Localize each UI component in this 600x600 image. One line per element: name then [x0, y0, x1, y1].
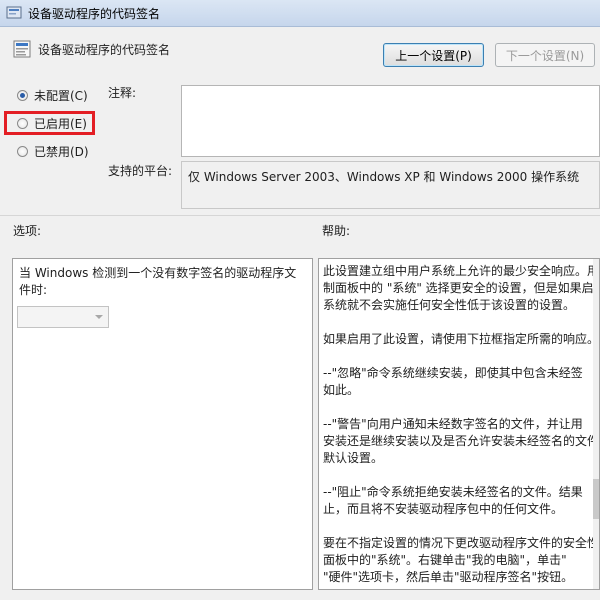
response-dropdown[interactable] [17, 306, 109, 328]
help-text-line: --"阻止"命令系统拒绝安装未经签名的文件。结果 [323, 485, 583, 499]
help-text-line [323, 518, 595, 535]
help-text-line: --"警告"向用户通知未经数字签名的文件，并让用 [323, 417, 583, 431]
help-text-line: 默认设置。 [323, 451, 384, 465]
radio-label-not-configured: 未配置(C) [34, 88, 88, 103]
help-text-line [323, 399, 595, 416]
policy-setting-icon [13, 40, 31, 58]
radio-not-configured[interactable]: 未配置(C) [17, 86, 88, 104]
radio-label-disabled: 已禁用(D) [34, 144, 89, 159]
options-description-line: 当 Windows 检测到一个没有数字签名的驱动程序文 [19, 266, 297, 280]
help-text-line [323, 348, 595, 365]
help-text-line: 系统就不会实施任何安全性低于该设置的设置。 [323, 298, 576, 312]
comment-textarea[interactable] [181, 85, 600, 157]
radio-indicator[interactable] [17, 145, 28, 157]
help-panel: 此设置建立组中用户系统上允许的最少安全响应。用 制面板中的 "系统" 选择更安全的… [318, 258, 600, 590]
section-divider [0, 215, 600, 216]
chevron-down-icon[interactable] [95, 315, 103, 319]
supported-platform-text: 仅 Windows Server 2003、Windows XP 和 Windo… [188, 170, 580, 184]
previous-setting-button[interactable]: 上一个设置(P) [383, 43, 484, 67]
help-text-line: 要在不指定设置的情况下更改驱动程序文件的安全性 [323, 536, 600, 550]
help-text: 此设置建立组中用户系统上允许的最少安全响应。用 制面板中的 "系统" 选择更安全的… [323, 263, 600, 586]
options-panel: 当 Windows 检测到一个没有数字签名的驱动程序文 件时: [12, 258, 313, 590]
help-text-line: "硬件"选项卡，然后单击"驱动程序签名"按钮。 [323, 570, 574, 584]
help-text-line: 如果启用了此设置，请使用下拉框指定所需的响应。 [323, 332, 600, 346]
help-text-line [323, 314, 595, 331]
options-label: 选项: [13, 224, 42, 238]
help-text-line: 制面板中的 "系统" 选择更安全的设置，但是如果启 [323, 281, 594, 295]
platform-label: 支持的平台: [108, 164, 173, 178]
next-setting-button[interactable]: 下一个设置(N) [495, 43, 595, 67]
help-text-line: --"忽略"命令系统继续安装，即使其中包含未经签 [323, 366, 583, 380]
policy-title: 设备驱动程序的代码签名 [38, 43, 171, 57]
help-text-line: 此设置建立组中用户系统上允许的最少安全响应。用 [323, 264, 600, 278]
radio-indicator-selected[interactable] [17, 89, 28, 101]
window-titlebar: 设备驱动程序的代码签名 [0, 0, 600, 27]
supported-platform-field: 仅 Windows Server 2003、Windows XP 和 Windo… [181, 161, 600, 209]
annotation-highlight-box [4, 111, 95, 135]
help-text-line: 止，而且将不安装驱动程序包中的任何文件。 [323, 502, 564, 516]
comment-label: 注释: [108, 86, 137, 100]
radio-disabled[interactable]: 已禁用(D) [17, 142, 89, 160]
help-text-line: 如此。 [323, 383, 360, 397]
policy-window-icon [6, 6, 22, 19]
help-text-line: 面板中的"系统"。右键单击"我的电脑"，单击" [323, 553, 567, 567]
help-scrollbar[interactable] [593, 259, 599, 589]
scrollbar-thumb[interactable] [593, 479, 599, 519]
help-label: 帮助: [322, 224, 351, 238]
window-title: 设备驱动程序的代码签名 [28, 7, 161, 21]
help-text-line: 安装还是继续安装以及是否允许安装未经签名的文件 [323, 434, 600, 448]
help-text-line [323, 467, 595, 484]
options-description-line: 件时: [19, 283, 48, 297]
